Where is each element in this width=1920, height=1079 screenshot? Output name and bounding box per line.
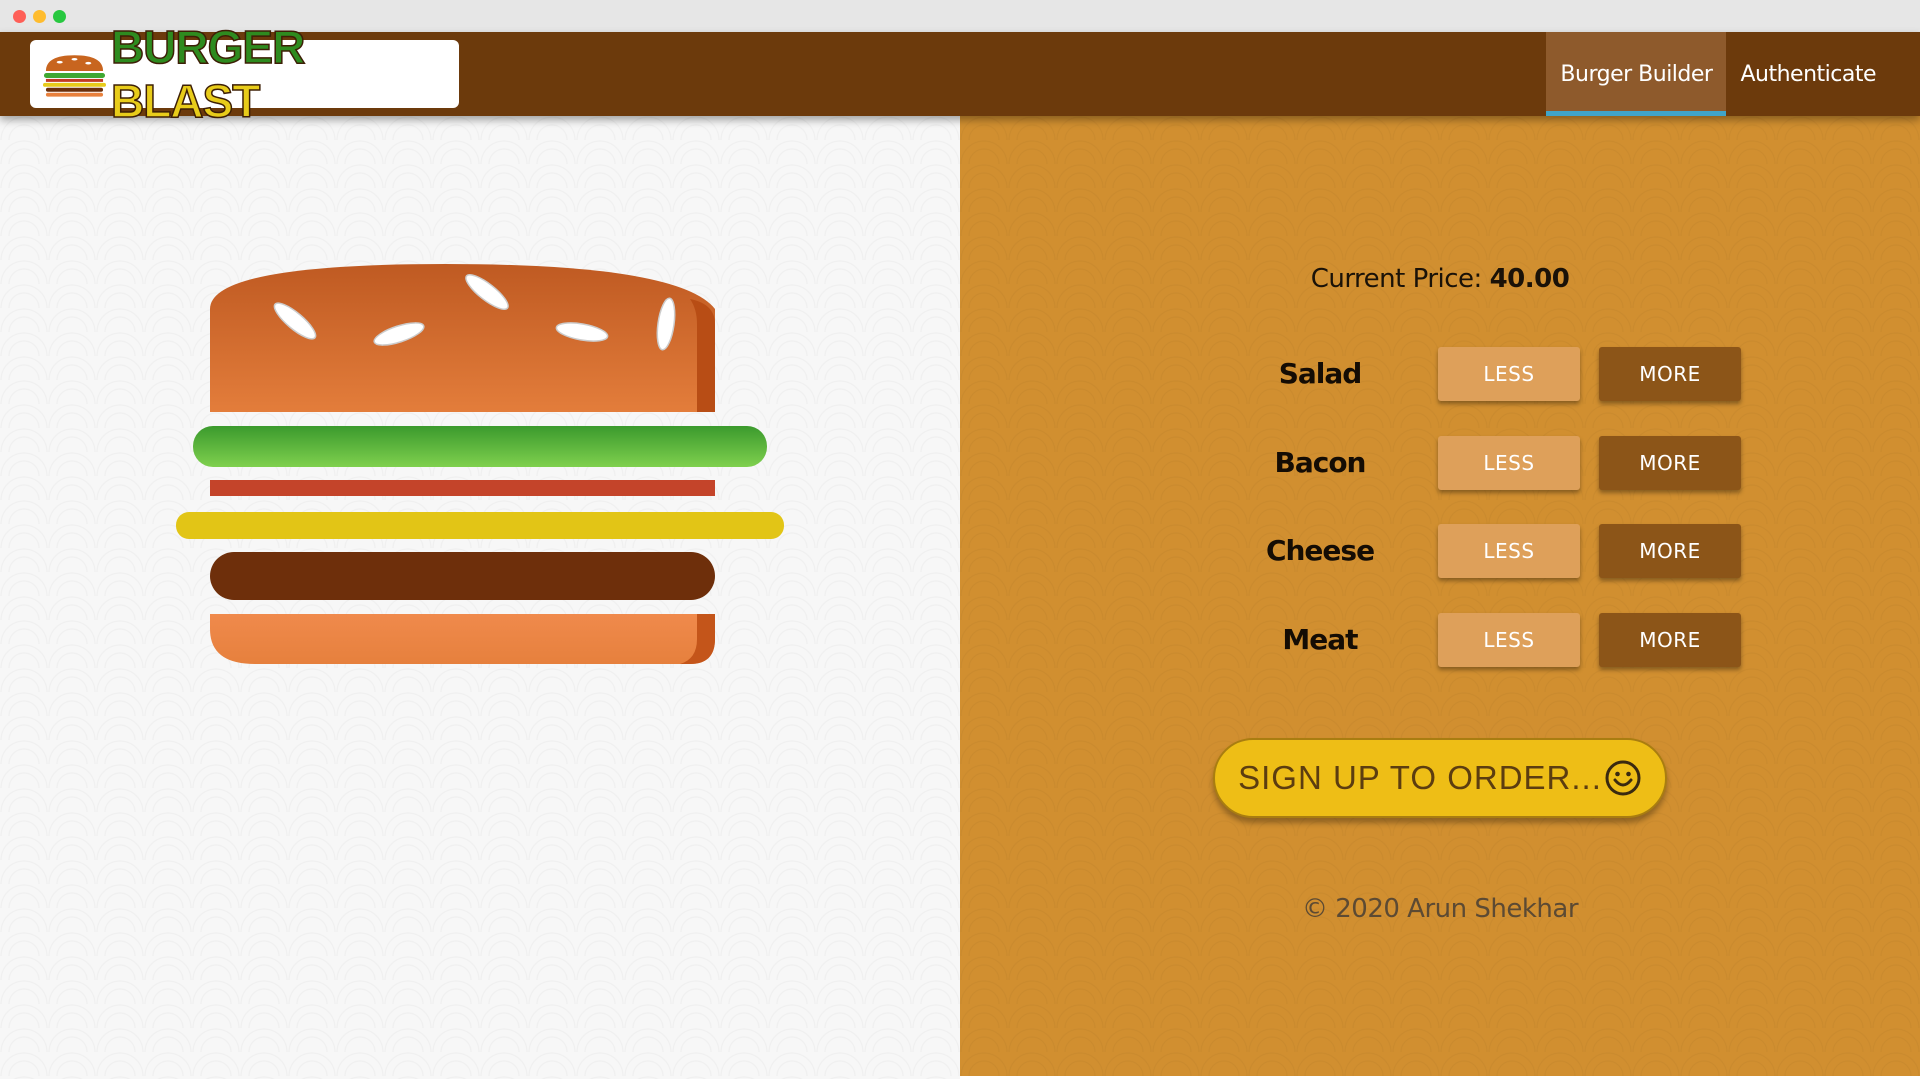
sign-up-to-order-button[interactable]: SIGN UP TO ORDER... <box>1213 738 1667 818</box>
salad-less-button[interactable]: LESS <box>1438 347 1580 401</box>
brand-name: BURGER BLAST <box>110 20 459 128</box>
control-row-salad: Salad LESS MORE <box>1220 347 1741 403</box>
cheese-less-button[interactable]: LESS <box>1438 524 1580 578</box>
control-row-cheese: Cheese LESS MORE <box>1220 524 1741 580</box>
price-label: Current Price: <box>1310 264 1483 294</box>
brand-logo[interactable]: BURGER BLAST <box>30 20 459 128</box>
salad-layer <box>193 426 767 467</box>
smiley-icon <box>1605 760 1641 796</box>
close-window-button[interactable] <box>13 10 26 23</box>
cheese-layer <box>176 512 784 539</box>
nav-item-authenticate[interactable]: Authenticate <box>1726 32 1920 116</box>
meat-more-button[interactable]: MORE <box>1599 613 1741 667</box>
bacon-more-button[interactable]: MORE <box>1599 436 1741 490</box>
bread-top <box>210 264 715 412</box>
current-price: Current Price: 40.00 <box>960 264 1920 294</box>
price-value: 40.00 <box>1489 264 1570 294</box>
build-controls-panel: Current Price: 40.00 Salad LESS MORE Bac… <box>960 116 1920 1076</box>
ingredient-label: Cheese <box>1265 534 1375 567</box>
minimize-window-button[interactable] <box>33 10 46 23</box>
ingredient-label: Meat <box>1282 623 1358 656</box>
meat-less-button[interactable]: LESS <box>1438 613 1580 667</box>
nav-item-burger-builder[interactable]: Burger Builder <box>1546 32 1727 116</box>
nav-menu: Burger Builder Authenticate <box>1546 32 1920 116</box>
bacon-layer <box>210 480 715 496</box>
maximize-window-button[interactable] <box>53 10 66 23</box>
burger-logo-icon <box>42 55 106 97</box>
top-navbar: BURGER BLAST Burger Builder Authenticate <box>0 20 1920 128</box>
ingredient-label: Salad <box>1278 357 1363 390</box>
brand-word-burger: BURGER <box>110 20 306 74</box>
bread-bottom <box>210 614 715 664</box>
meat-layer <box>210 552 715 600</box>
control-row-bacon: Bacon LESS MORE <box>1220 436 1741 492</box>
control-row-meat: Meat LESS MORE <box>1220 613 1741 669</box>
burger-preview <box>0 116 960 1079</box>
ingredient-label: Bacon <box>1274 446 1366 479</box>
brand-word-blast: BLAST <box>110 74 261 128</box>
burger-illustration <box>176 264 784 664</box>
footer-copyright: © 2020 Arun Shekhar <box>1301 894 1579 924</box>
salad-more-button[interactable]: MORE <box>1599 347 1741 401</box>
order-button-label: SIGN UP TO ORDER... <box>1238 759 1602 796</box>
cheese-more-button[interactable]: MORE <box>1599 524 1741 578</box>
bacon-less-button[interactable]: LESS <box>1438 436 1580 490</box>
